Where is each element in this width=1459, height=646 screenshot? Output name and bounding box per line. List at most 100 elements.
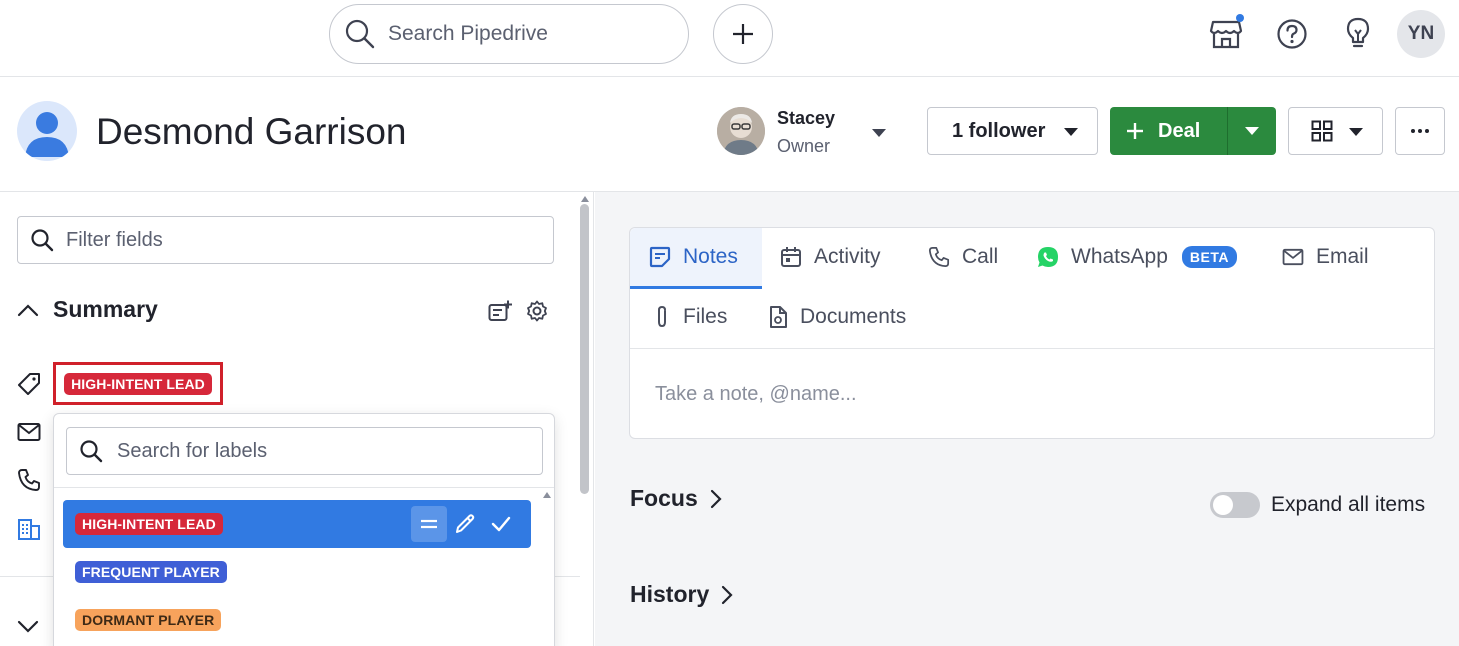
owner-name[interactable]: Stacey xyxy=(777,108,835,129)
activity-panel: Notes Activity Call WhatsApp BETA Email … xyxy=(595,192,1459,646)
tab-label: Call xyxy=(962,245,999,268)
current-label-tag: HIGH-INTENT LEAD xyxy=(64,372,212,395)
label-option-tag: FREQUENT PLAYER xyxy=(75,561,227,583)
lightbulb-icon xyxy=(1346,17,1370,48)
label-search-placeholder: Search for labels xyxy=(117,439,268,462)
chevron-right-icon xyxy=(722,585,733,604)
add-deal-button[interactable]: Deal xyxy=(1110,107,1228,155)
reorder-handle[interactable] xyxy=(411,506,447,542)
filter-fields-placeholder: Filter fields xyxy=(66,228,163,251)
label-option[interactable]: HIGH-INTENT LEAD xyxy=(63,500,531,548)
caret-down-icon xyxy=(1064,128,1078,136)
label-search-input[interactable]: Search for labels xyxy=(66,427,543,475)
owner-dropdown-button[interactable] xyxy=(870,127,888,139)
label-picker-dropdown: Search for labels HIGH-INTENT LEAD FREQU… xyxy=(53,413,555,646)
add-field-icon xyxy=(488,300,512,321)
dropdown-divider xyxy=(54,487,554,488)
quick-add-button[interactable] xyxy=(713,4,773,64)
person-name: Desmond Garrison xyxy=(96,111,407,152)
dropdown-scroll-up-arrow[interactable] xyxy=(543,492,551,498)
section-divider xyxy=(555,576,580,577)
email-icon xyxy=(1282,248,1304,266)
scroll-up-arrow[interactable] xyxy=(581,196,589,202)
person-avatar xyxy=(17,101,77,161)
followers-button[interactable]: 1 follower xyxy=(927,107,1098,155)
composer-divider xyxy=(630,348,1434,349)
edit-label-button[interactable] xyxy=(447,506,483,542)
add-deal-button-group: Deal xyxy=(1110,107,1276,155)
sidebar-scrollbar[interactable] xyxy=(580,204,589,494)
global-search-input[interactable]: Search Pipedrive xyxy=(329,4,689,64)
add-deal-label: Deal xyxy=(1158,119,1201,142)
summary-settings-button[interactable] xyxy=(526,300,548,322)
caret-down-icon xyxy=(872,129,886,137)
tab-whatsapp[interactable]: WhatsApp BETA xyxy=(1037,245,1237,269)
search-icon xyxy=(345,19,375,49)
organization-icon xyxy=(17,517,41,541)
chevron-right-icon xyxy=(710,489,722,508)
expand-all-label: Expand all items xyxy=(1271,493,1426,516)
tab-activity[interactable]: Activity xyxy=(780,245,881,269)
user-avatar[interactable]: YN xyxy=(1397,10,1445,58)
view-options-button[interactable] xyxy=(1288,107,1383,155)
expand-all-toggle[interactable] xyxy=(1210,492,1260,518)
plus-icon xyxy=(1127,123,1143,139)
person-icon xyxy=(25,112,69,157)
label-option-actions xyxy=(411,506,519,542)
owner-photo-icon xyxy=(717,107,765,155)
note-composer: Notes Activity Call WhatsApp BETA Email … xyxy=(629,227,1435,439)
paperclip-icon xyxy=(658,305,666,328)
person-header: Desmond Garrison Stacey Owner 1 follower… xyxy=(0,77,1459,192)
history-title: History xyxy=(630,581,710,607)
document-icon xyxy=(770,306,787,328)
pencil-icon xyxy=(456,514,475,533)
more-actions-button[interactable] xyxy=(1395,107,1445,155)
toggle-knob xyxy=(1213,495,1233,515)
tab-label: Email xyxy=(1316,245,1369,268)
tab-documents[interactable]: Documents xyxy=(768,305,906,329)
caret-down-icon xyxy=(1349,128,1363,136)
beta-badge: BETA xyxy=(1181,246,1237,268)
more-icon xyxy=(1411,129,1429,133)
phone-icon xyxy=(928,246,950,268)
top-bar: Search Pipedrive YN xyxy=(0,0,1459,77)
label-option[interactable]: DORMANT PLAYER xyxy=(63,596,531,644)
tab-email[interactable]: Email xyxy=(1282,245,1369,269)
owner-avatar[interactable] xyxy=(717,107,765,155)
global-search-placeholder: Search Pipedrive xyxy=(388,22,548,45)
selected-check xyxy=(483,506,519,542)
tab-label: Notes xyxy=(683,245,738,268)
summary-section-toggle[interactable]: Summary xyxy=(17,296,158,323)
add-field-button[interactable] xyxy=(488,300,512,322)
email-icon xyxy=(17,422,41,442)
search-icon xyxy=(80,440,103,463)
history-section-header[interactable]: History xyxy=(630,581,733,608)
tab-label: Documents xyxy=(800,305,907,328)
help-icon xyxy=(1277,19,1307,49)
owner-role: Owner xyxy=(777,136,831,156)
tab-files[interactable]: Files xyxy=(653,305,727,329)
tab-call[interactable]: Call xyxy=(928,245,998,269)
focus-section-header[interactable]: Focus xyxy=(630,485,722,512)
plus-icon xyxy=(733,24,753,44)
chevron-up-icon xyxy=(17,303,39,316)
focus-title: Focus xyxy=(630,485,698,511)
note-icon xyxy=(649,246,671,268)
filter-fields-input[interactable]: Filter fields xyxy=(17,216,554,264)
label-option-tag: HIGH-INTENT LEAD xyxy=(75,513,223,535)
check-icon xyxy=(491,516,511,532)
help-button[interactable] xyxy=(1274,14,1310,54)
collapsed-section-toggle[interactable] xyxy=(17,620,39,634)
tab-label: WhatsApp xyxy=(1071,245,1168,268)
tab-notes[interactable]: Notes xyxy=(649,245,738,269)
tag-icon xyxy=(17,372,41,396)
label-option[interactable]: FREQUENT PLAYER xyxy=(63,548,531,596)
add-deal-options-button[interactable] xyxy=(1228,107,1276,155)
tips-button[interactable] xyxy=(1340,14,1376,54)
marketplace-icon xyxy=(1209,20,1243,49)
note-input[interactable]: Take a note, @name... xyxy=(655,383,857,406)
followers-label: 1 follower xyxy=(952,119,1046,142)
label-field-value[interactable]: HIGH-INTENT LEAD xyxy=(53,362,223,405)
label-option-tag: DORMANT PLAYER xyxy=(75,609,222,631)
chevron-down-icon xyxy=(17,620,39,633)
